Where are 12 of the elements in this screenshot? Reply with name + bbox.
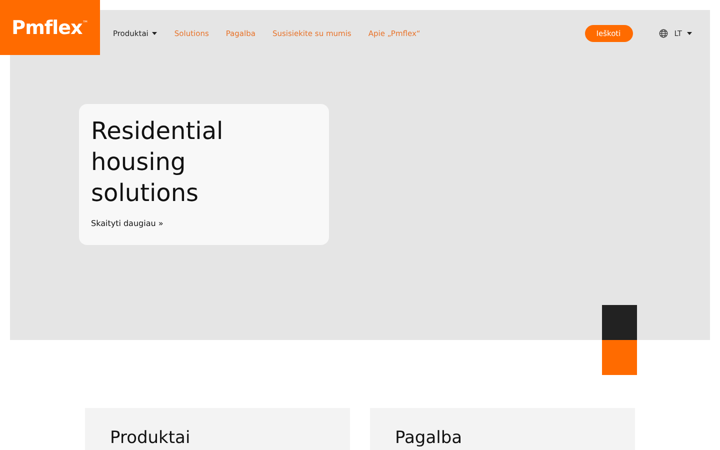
globe-icon (659, 28, 668, 38)
category-card[interactable]: Produktai (85, 408, 350, 450)
square-shape (602, 305, 637, 340)
card-title: Pagalba (395, 428, 464, 448)
logo[interactable]: Pmflex$^{™}$ (0, 0, 100, 55)
caret-icon (687, 32, 692, 34)
read-more-link[interactable]: Skaityti daugiau » (91, 219, 317, 228)
card-title: Produktai (110, 428, 192, 448)
caret-icon (152, 32, 158, 34)
hero-title: Residential housing solutions (91, 116, 224, 209)
square-shape (602, 340, 637, 375)
category-card[interactable]: Pagalba (370, 408, 635, 450)
